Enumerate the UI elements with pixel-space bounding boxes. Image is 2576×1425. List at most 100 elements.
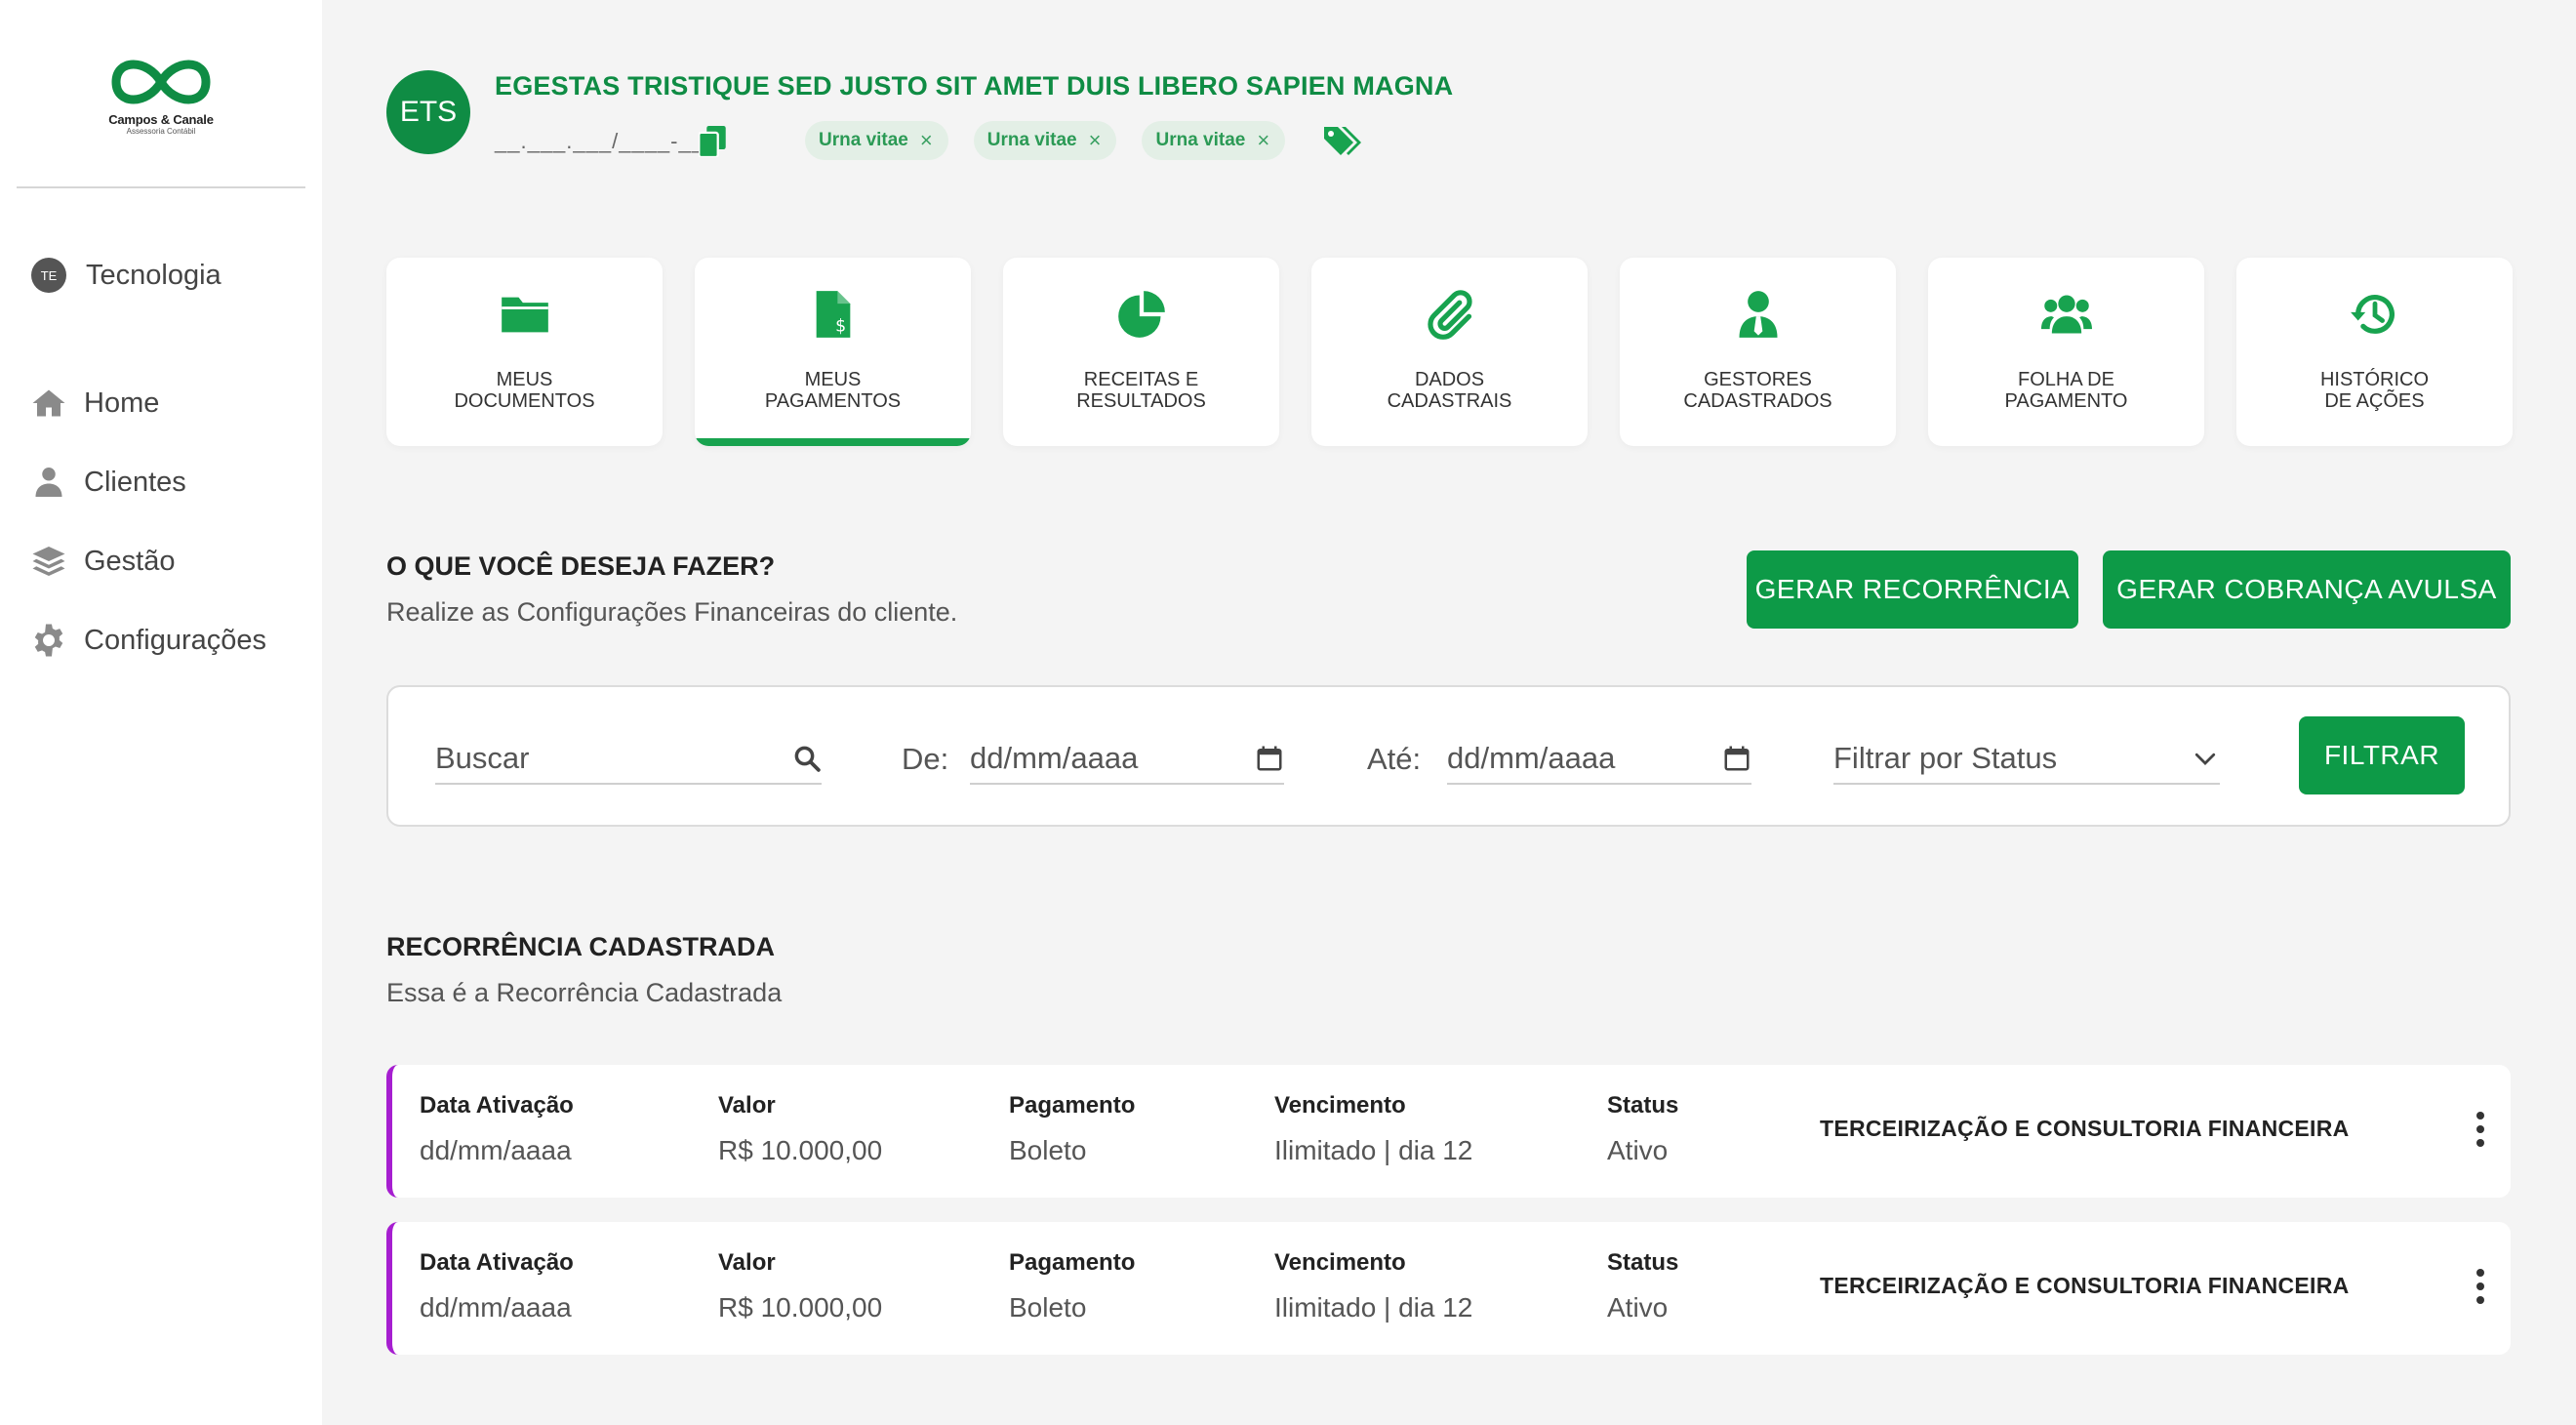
tag-remove-icon[interactable]: × bbox=[920, 128, 933, 153]
payment-column: Pagamento Boleto bbox=[1009, 1092, 1135, 1166]
tag-label: Urna vitae bbox=[819, 130, 908, 150]
user-icon bbox=[35, 468, 62, 497]
payment-header: Pagamento bbox=[1009, 1249, 1136, 1276]
more-vertical-icon bbox=[2476, 1112, 2484, 1147]
pie-chart-icon bbox=[1117, 291, 1165, 338]
tag-remove-icon[interactable]: × bbox=[1257, 128, 1269, 153]
activation-header: Data Ativação bbox=[420, 1249, 574, 1276]
value-header: Valor bbox=[718, 1249, 776, 1276]
search-placeholder: Buscar bbox=[435, 741, 530, 775]
gear-icon bbox=[34, 624, 63, 657]
date-to-input[interactable]: dd/mm/aaaa bbox=[1447, 734, 1751, 785]
activation-column: Data Ativação dd/mm/aaaa bbox=[420, 1092, 574, 1166]
card-gestores-cadastrados[interactable]: GESTORES CADASTRADOS bbox=[1620, 258, 1896, 446]
recurrence-title: RECORRÊNCIA CADASTRADA bbox=[386, 932, 775, 961]
tag-chip[interactable]: Urna vitae × bbox=[805, 121, 948, 160]
value-column: Valor R$ 10.000,00 bbox=[718, 1249, 882, 1323]
sidebar-nav: Home Clientes Gestão Configurações bbox=[31, 384, 266, 700]
tag-chip[interactable]: Urna vitae × bbox=[1142, 121, 1286, 160]
activation-value: dd/mm/aaaa bbox=[420, 1292, 572, 1323]
row-menu-button[interactable] bbox=[2471, 1267, 2490, 1306]
recurrence-subtitle: Essa é a Recorrência Cadastrada bbox=[386, 978, 783, 1007]
search-input[interactable]: Buscar bbox=[435, 734, 822, 785]
card-label: GESTORES CADASTRADOS bbox=[1683, 369, 1832, 412]
row-menu-button[interactable] bbox=[2471, 1110, 2490, 1149]
value-amount: R$ 10.000,00 bbox=[718, 1292, 883, 1323]
infinity-logo-icon bbox=[111, 60, 211, 104]
value-amount: R$ 10.000,00 bbox=[718, 1135, 883, 1165]
status-column: Status Ativo bbox=[1607, 1249, 1678, 1323]
date-from-input[interactable]: dd/mm/aaaa bbox=[970, 734, 1284, 785]
tags-add-icon[interactable] bbox=[1322, 123, 1361, 158]
actions-title: O QUE VOCÊ DESEJA FAZER? bbox=[386, 551, 776, 581]
sidebar-item-label: Clientes bbox=[84, 466, 186, 498]
home-icon bbox=[32, 389, 65, 417]
status-column: Status Ativo bbox=[1607, 1092, 1678, 1166]
users-icon bbox=[2040, 295, 2092, 334]
history-icon bbox=[2350, 295, 2395, 334]
payment-value: Boleto bbox=[1009, 1135, 1087, 1165]
tag-label: Urna vitae bbox=[986, 130, 1077, 150]
payment-header: Pagamento bbox=[1009, 1092, 1136, 1119]
status-filter-placeholder: Filtrar por Status bbox=[1833, 741, 2058, 775]
company-logo[interactable]: Campos & Canale Assessoria Contábil bbox=[102, 54, 220, 151]
activation-header: Data Ativação bbox=[420, 1092, 574, 1119]
due-value: Ilimitado | dia 12 bbox=[1274, 1292, 1473, 1323]
sidebar-item-label: Gestão bbox=[84, 545, 176, 577]
due-header: Vencimento bbox=[1274, 1092, 1406, 1119]
card-label: RECEITAS E RESULTADOS bbox=[1076, 369, 1206, 412]
calendar-icon[interactable] bbox=[1722, 744, 1751, 773]
card-historico-acoes[interactable]: HISTÓRICO DE AÇÕES bbox=[2236, 258, 2513, 446]
card-label: HISTÓRICO DE AÇÕES bbox=[2319, 369, 2430, 412]
card-dados-cadastrais[interactable]: DADOS CADASTRAIS bbox=[1311, 258, 1588, 446]
recurrence-row[interactable]: Data Ativação dd/mm/aaaa Valor R$ 10.000… bbox=[386, 1222, 2511, 1355]
status-value: Ativo bbox=[1607, 1292, 1669, 1323]
svg-text:$: $ bbox=[835, 316, 846, 336]
client-avatar: ETS bbox=[386, 70, 470, 154]
generate-single-charge-button[interactable]: GERAR COBRANÇA AVULSA bbox=[2103, 550, 2511, 629]
sidebar-item-label: Configurações bbox=[84, 624, 266, 656]
activation-column: Data Ativação dd/mm/aaaa bbox=[420, 1249, 574, 1323]
date-from-value: dd/mm/aaaa bbox=[970, 741, 1139, 775]
logo-subtitle: Assessoria Contábil bbox=[126, 127, 196, 136]
status-header: Status bbox=[1607, 1092, 1679, 1119]
card-meus-documentos[interactable]: MEUS DOCUMENTOS bbox=[386, 258, 663, 446]
sidebar-item-gestao[interactable]: Gestão bbox=[31, 542, 266, 581]
status-filter-select[interactable]: Filtrar por Status bbox=[1833, 734, 2220, 785]
due-header: Vencimento bbox=[1274, 1249, 1406, 1276]
logo-name: Campos & Canale bbox=[108, 112, 214, 127]
organization-selector[interactable]: TE Tecnologia bbox=[31, 258, 221, 293]
date-to-label: Até: bbox=[1367, 742, 1422, 776]
due-column: Vencimento Ilimitado | dia 12 bbox=[1274, 1092, 1472, 1166]
search-icon bbox=[794, 746, 821, 772]
client-document-number: __.___.___/____-__ bbox=[495, 129, 704, 153]
sidebar-item-home[interactable]: Home bbox=[31, 384, 266, 423]
sidebar-item-clientes[interactable]: Clientes bbox=[31, 463, 266, 502]
actions-subtitle: Realize as Configurações Financeiras do … bbox=[386, 597, 958, 627]
tag-remove-icon[interactable]: × bbox=[1089, 128, 1102, 153]
user-tie-icon bbox=[1739, 291, 1777, 338]
filter-bar: Buscar De: dd/mm/aaaa Até: dd/mm/aaaa Fi… bbox=[386, 685, 2511, 827]
card-label: DADOS CADASTRAIS bbox=[1387, 369, 1512, 412]
chevron-down-icon bbox=[2194, 753, 2216, 765]
value-header: Valor bbox=[718, 1092, 776, 1119]
payment-value: Boleto bbox=[1009, 1292, 1087, 1323]
calendar-icon[interactable] bbox=[1255, 744, 1284, 773]
activation-value: dd/mm/aaaa bbox=[420, 1135, 572, 1165]
card-meus-pagamentos[interactable]: $ MEUS PAGAMENTOS bbox=[695, 258, 971, 446]
status-value: Ativo bbox=[1607, 1135, 1669, 1165]
client-tags: Urna vitae × Urna vitae × Urna vitae × bbox=[805, 121, 1286, 160]
sidebar-item-label: Home bbox=[84, 387, 160, 419]
sidebar-item-configuracoes[interactable]: Configurações bbox=[31, 621, 266, 660]
service-name: TERCEIRIZAÇÃO E CONSULTORIA FINANCEIRA bbox=[1820, 1116, 2350, 1141]
tag-chip[interactable]: Urna vitae × bbox=[973, 121, 1117, 160]
generate-recurrence-button[interactable]: GERAR RECORRÊNCIA bbox=[1747, 550, 2078, 629]
copy-icon[interactable] bbox=[699, 126, 726, 157]
org-avatar: TE bbox=[31, 258, 66, 293]
more-vertical-icon bbox=[2476, 1269, 2484, 1304]
recurrence-row[interactable]: Data Ativação dd/mm/aaaa Valor R$ 10.000… bbox=[386, 1065, 2511, 1198]
card-receitas-resultados[interactable]: RECEITAS E RESULTADOS bbox=[1003, 258, 1279, 446]
tag-label: Urna vitae bbox=[1155, 130, 1246, 150]
card-folha-pagamento[interactable]: FOLHA DE PAGAMENTO bbox=[1928, 258, 2204, 446]
filter-button[interactable]: FILTRAR bbox=[2299, 716, 2465, 794]
